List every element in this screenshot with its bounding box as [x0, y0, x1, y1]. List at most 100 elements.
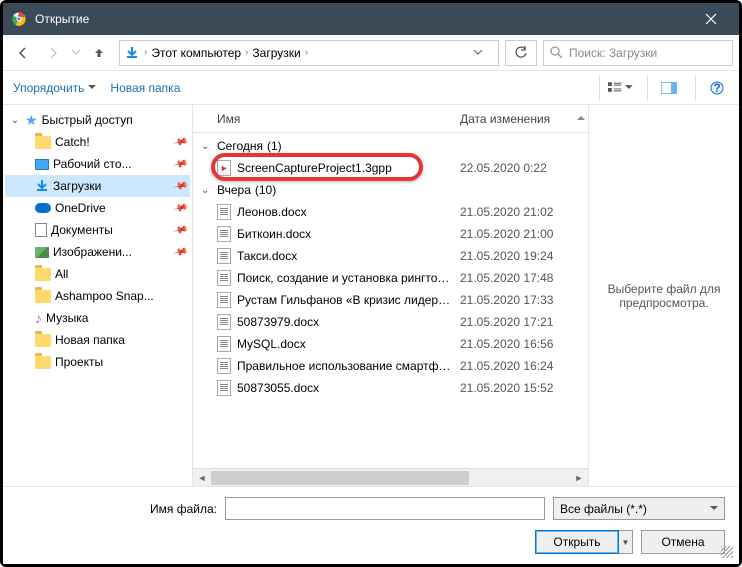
address-dropdown[interactable]	[474, 50, 494, 55]
bottom-panel: Имя файла: Все файлы (*.*) Открыть ▼ Отм…	[3, 486, 739, 564]
pictures-icon	[35, 247, 49, 258]
newfolder-button[interactable]: Новая папка	[110, 81, 180, 95]
chevron-right-icon: ›	[245, 47, 248, 58]
breadcrumb-folder[interactable]: Загрузки	[252, 46, 300, 60]
docx-file-icon	[217, 314, 231, 330]
horizontal-scrollbar[interactable]: ◄ ►	[193, 468, 588, 486]
docx-file-icon	[217, 270, 231, 286]
open-dropdown[interactable]: ▼	[619, 530, 633, 554]
docx-file-icon	[217, 292, 231, 308]
sidebar-item[interactable]: All	[5, 263, 190, 285]
docx-file-icon	[217, 380, 231, 396]
address-bar[interactable]: › Этот компьютер › Загрузки ›	[119, 40, 499, 66]
sidebar-item[interactable]: Рабочий сто... 📌	[5, 153, 190, 175]
docx-file-icon	[217, 336, 231, 352]
help-button[interactable]: ?	[695, 76, 729, 100]
preview-pane-button[interactable]	[647, 76, 681, 100]
quickaccess-node[interactable]: ⌄ ★ Быстрый доступ	[5, 109, 190, 131]
scrollbar-thumb[interactable]	[211, 471, 469, 485]
file-list: Имя Дата изменения ⌄ Сегодня (1) ScreenC…	[193, 105, 589, 486]
sidebar-item[interactable]: Проекты	[5, 351, 190, 373]
file-row[interactable]: Леонов.docx21.05.2020 21:02	[193, 201, 588, 223]
scroll-up-button[interactable]	[574, 105, 588, 132]
sidebar-item[interactable]: ♪ Музыка	[5, 307, 190, 329]
documents-icon	[35, 223, 47, 237]
chevron-down-icon: ⌄	[201, 185, 213, 196]
file-row[interactable]: 50873055.docx21.05.2020 15:52	[193, 377, 588, 399]
scroll-right-button[interactable]: ►	[570, 469, 588, 487]
search-icon	[550, 46, 563, 59]
pin-icon: 📌	[172, 222, 188, 238]
file-row[interactable]: ScreenCaptureProject1.3gpp 22.05.2020 0:…	[193, 157, 588, 179]
folder-icon	[35, 334, 51, 347]
svg-text:?: ?	[713, 81, 720, 95]
organize-menu[interactable]: Упорядочить	[13, 81, 96, 95]
sidebar-item[interactable]: OneDrive 📌	[5, 197, 190, 219]
filename-label: Имя файла:	[17, 502, 217, 516]
sidebar-item[interactable]: Изображени... 📌	[5, 241, 190, 263]
pin-icon: 📌	[172, 244, 188, 260]
up-button[interactable]	[85, 40, 113, 66]
search-input[interactable]: Поиск: Загрузки	[543, 40, 733, 66]
refresh-button[interactable]	[505, 40, 537, 66]
folder-icon	[35, 136, 51, 149]
toolbar: Упорядочить Новая папка ?	[3, 71, 739, 105]
chevron-down-icon: ⌄	[9, 115, 21, 126]
content-area: ⌄ ★ Быстрый доступ Catch! 📌 Рабочий сто.…	[3, 105, 739, 486]
pin-icon: 📌	[172, 156, 188, 172]
file-row[interactable]: Рустам Гильфанов «В кризис лидеры д...21…	[193, 289, 588, 311]
sidebar-item[interactable]: Документы 📌	[5, 219, 190, 241]
docx-file-icon	[217, 248, 231, 264]
chevron-down-icon	[710, 506, 718, 511]
sidebar-item[interactable]: Ashampoo Snap...	[5, 285, 190, 307]
forward-button[interactable]	[39, 40, 67, 66]
navbar: › Этот компьютер › Загрузки › Поиск: Заг…	[3, 35, 739, 71]
scrollbar-track[interactable]	[211, 469, 570, 487]
docx-file-icon	[217, 226, 231, 242]
group-header[interactable]: ⌄ Вчера (10)	[193, 179, 588, 201]
file-rows: ⌄ Сегодня (1) ScreenCaptureProject1.3gpp…	[193, 133, 588, 468]
sidebar-item[interactable]: Catch! 📌	[5, 131, 190, 153]
docx-file-icon	[217, 204, 231, 220]
close-button[interactable]	[691, 5, 731, 33]
downloads-icon	[124, 45, 140, 61]
filetype-select[interactable]: Все файлы (*.*)	[553, 497, 725, 520]
open-button[interactable]: Открыть	[535, 530, 619, 554]
docx-file-icon	[217, 358, 231, 374]
file-row[interactable]: MySQL.docx21.05.2020 16:56	[193, 333, 588, 355]
sidebar-item[interactable]: Новая папка	[5, 329, 190, 351]
column-name[interactable]: Имя	[201, 112, 460, 126]
folder-icon	[35, 356, 51, 369]
file-row[interactable]: Биткоин.docx21.05.2020 21:00	[193, 223, 588, 245]
search-placeholder: Поиск: Загрузки	[569, 46, 657, 60]
sidebar-item-downloads[interactable]: Загрузки 📌	[5, 175, 190, 197]
breadcrumb-root[interactable]: Этот компьютер	[151, 46, 241, 60]
file-row[interactable]: Правильное использование смартфон...21.0…	[193, 355, 588, 377]
pin-icon: 📌	[172, 134, 188, 150]
music-icon: ♪	[35, 310, 42, 326]
chevron-right-icon: ›	[305, 47, 308, 58]
recent-dropdown[interactable]	[69, 40, 83, 66]
star-icon: ★	[25, 112, 38, 129]
video-file-icon	[217, 160, 231, 176]
scroll-left-button[interactable]: ◄	[193, 469, 211, 487]
chevron-down-icon: ⌄	[201, 141, 213, 152]
file-row[interactable]: 50873979.docx21.05.2020 17:21	[193, 311, 588, 333]
file-row[interactable]: Поиск, создание и установка рингтоно...2…	[193, 267, 588, 289]
filename-input[interactable]	[225, 497, 545, 520]
desktop-icon	[35, 159, 49, 170]
back-button[interactable]	[9, 40, 37, 66]
view-options-button[interactable]	[599, 76, 633, 100]
folder-icon	[35, 268, 51, 281]
file-row[interactable]: Такси.docx21.05.2020 19:24	[193, 245, 588, 267]
downloads-icon	[35, 179, 49, 193]
group-header[interactable]: ⌄ Сегодня (1)	[193, 135, 588, 157]
titlebar: Открытие	[3, 3, 739, 35]
column-date[interactable]: Дата изменения	[460, 112, 580, 126]
resize-grip[interactable]	[721, 546, 733, 558]
folder-icon	[35, 290, 51, 303]
cancel-button[interactable]: Отмена	[641, 530, 725, 554]
open-dialog: Открытие › Этот компьютер › Загрузки ›	[0, 0, 742, 567]
chevron-right-icon: ›	[144, 47, 147, 58]
preview-message: Выберите файл для предпросмотра.	[599, 282, 729, 310]
